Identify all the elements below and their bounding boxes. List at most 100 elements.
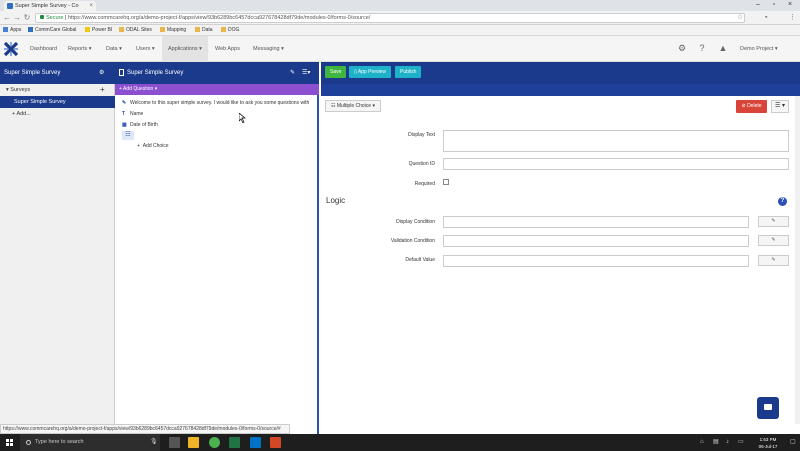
bookmark-apps[interactable]: Apps — [3, 25, 21, 36]
settings-gear-icon[interactable]: ⚙ — [677, 43, 687, 53]
form-title: Super Simple Survey — [115, 62, 319, 84]
task-view-icon[interactable] — [169, 437, 180, 448]
nav-users[interactable]: Users ▾ — [136, 36, 155, 62]
url-input[interactable]: Secure | https://www.commcarehq.org/a/de… — [35, 13, 745, 23]
bookmark-dog[interactable]: DOG — [221, 25, 239, 36]
clock-time: 1:53 PM — [759, 437, 777, 442]
bookmark-star-icon[interactable]: ☆ — [737, 13, 743, 23]
delete-button[interactable]: ⊘ Delete — [736, 100, 767, 113]
browser-tab[interactable]: Super Simple Survey - Co × — [4, 1, 96, 11]
power-bi-icon — [85, 27, 90, 32]
required-checkbox[interactable] — [443, 179, 449, 185]
nav-web-apps[interactable]: Web Apps — [215, 36, 240, 62]
question-id-label: Question ID — [408, 161, 435, 167]
microphone-icon[interactable]: 🎙 — [150, 437, 158, 448]
folder-icon — [119, 27, 124, 32]
volume-icon[interactable]: ♪ — [726, 437, 729, 448]
forward-icon[interactable]: → — [12, 11, 22, 25]
chrome-menu-icon[interactable]: ⋮ — [789, 13, 796, 23]
question-type-dropdown[interactable]: ☷ Multiple Choice ▾ — [325, 100, 381, 112]
chat-support-button[interactable] — [757, 397, 779, 419]
folder-icon — [195, 27, 200, 32]
edit-validation-condition-button[interactable]: ✎ — [758, 235, 789, 246]
module-surveys[interactable]: ▾ Surveys — [0, 84, 115, 96]
add-module-button[interactable]: + Add... — [0, 108, 115, 120]
people-icon[interactable]: ⌂ — [700, 437, 704, 448]
powerpoint-icon[interactable] — [270, 437, 281, 448]
taskbar-search-input[interactable]: Type here to search — [20, 434, 160, 451]
bookmark-data[interactable]: Data — [195, 25, 213, 36]
maximize-window-button[interactable]: ▫ — [766, 0, 782, 10]
nav-data[interactable]: Data ▾ — [106, 36, 122, 62]
logic-help-icon[interactable]: ? — [778, 197, 787, 206]
file-explorer-icon[interactable] — [188, 437, 199, 448]
reload-icon[interactable]: ↻ — [22, 11, 32, 25]
commcare-favicon-icon — [7, 3, 13, 9]
editor-toolbar-strip — [321, 84, 800, 96]
bookmark-power-bi[interactable]: Power BI — [85, 25, 112, 36]
logic-section-title: Logic — [326, 196, 346, 205]
editor-toolbar — [321, 62, 800, 84]
mouse-cursor-icon — [239, 113, 246, 123]
question-id-input[interactable] — [443, 158, 789, 170]
edit-pencil-icon[interactable]: ✎ — [290, 62, 295, 84]
tab-title: Super Simple Survey - Co — [15, 3, 79, 9]
help-icon[interactable]: ? — [697, 43, 707, 53]
chrome-icon[interactable] — [209, 437, 220, 448]
add-form-plus-icon[interactable]: + — [100, 84, 105, 96]
default-value-input[interactable] — [443, 255, 749, 267]
question-welcome-label[interactable]: ✎ Welcome to this super simple survey. I … — [122, 98, 317, 108]
internet-explorer-icon[interactable] — [250, 437, 261, 448]
browser-tab-strip — [0, 0, 800, 11]
security-label: Secure — [46, 15, 64, 21]
nav-messaging[interactable]: Messaging ▾ — [253, 36, 284, 62]
validation-condition-input[interactable] — [443, 235, 749, 247]
form-menu-icon[interactable]: ☰▾ — [302, 62, 310, 84]
commcare-logo-icon[interactable] — [3, 41, 19, 57]
nav-dashboard[interactable]: Dashboard — [30, 36, 57, 62]
edit-default-value-button[interactable]: ✎ — [758, 255, 789, 266]
add-question-button[interactable]: + Add Question ▾ — [115, 84, 319, 95]
chat-bubble-icon — [764, 404, 772, 410]
keyboard-icon[interactable]: ▭ — [738, 437, 744, 448]
more-options-button[interactable]: ☰ ▾ — [771, 100, 789, 113]
editor-scrollbar[interactable] — [795, 96, 800, 424]
taskbar-clock[interactable]: 1:53 PM 06-Jul-17 — [748, 434, 788, 451]
nav-applications[interactable]: Applications ▾ — [162, 36, 208, 62]
lock-icon — [40, 15, 44, 19]
question-date-of-birth[interactable]: ▦ Date of Birth — [122, 120, 158, 130]
extension-icon[interactable]: ▪ — [765, 13, 767, 23]
back-icon[interactable]: ← — [2, 11, 12, 25]
validation-condition-label: Validation Condition — [390, 238, 435, 244]
display-condition-label: Display Condition — [396, 219, 435, 225]
project-menu[interactable]: Demo Project ▾ — [740, 36, 778, 62]
app-name[interactable]: Super Simple Survey — [0, 62, 115, 84]
bookmark-odal-sites[interactable]: ODAL Sites — [119, 25, 152, 36]
network-icon[interactable]: ▤ — [713, 437, 719, 448]
default-value-label: Default Value — [405, 257, 435, 263]
display-condition-input[interactable] — [443, 216, 749, 228]
edit-display-condition-button[interactable]: ✎ — [758, 216, 789, 227]
bookmark-commcare-global[interactable]: CommCare Global — [28, 25, 76, 36]
folder-icon — [221, 27, 226, 32]
excel-icon[interactable] — [229, 437, 240, 448]
app-settings-gear-icon[interactable]: ⚙ — [99, 62, 107, 84]
minimize-window-button[interactable]: – — [750, 0, 766, 10]
display-text-input[interactable] — [443, 130, 789, 152]
save-button[interactable]: Save — [325, 66, 347, 78]
form-super-simple-survey[interactable]: Super Simple Survey — [0, 96, 115, 108]
browser-status-url: https://www.commcarehq.org/a/demo-projec… — [0, 424, 290, 434]
bookmark-mapping[interactable]: Mapping — [160, 25, 186, 36]
question-name[interactable]: T Name — [122, 109, 143, 119]
nav-reports[interactable]: Reports ▾ — [68, 36, 92, 62]
close-window-button[interactable]: × — [782, 0, 798, 10]
notifications-bell-icon[interactable]: ▲ — [718, 43, 728, 53]
app-preview-button[interactable]: ▯ App Preview — [349, 66, 391, 78]
action-center-icon[interactable]: ▢ — [790, 437, 796, 448]
publish-button[interactable]: Publish — [395, 66, 422, 78]
add-choice-button[interactable]: + Add Choice — [137, 142, 169, 150]
close-tab-icon[interactable]: × — [89, 1, 93, 11]
bookmarks-bar: Apps CommCare Global Power BI ODAL Sites… — [0, 25, 800, 36]
windows-start-icon[interactable] — [0, 434, 20, 451]
selected-multiple-choice-question[interactable]: ☷ — [122, 131, 134, 140]
